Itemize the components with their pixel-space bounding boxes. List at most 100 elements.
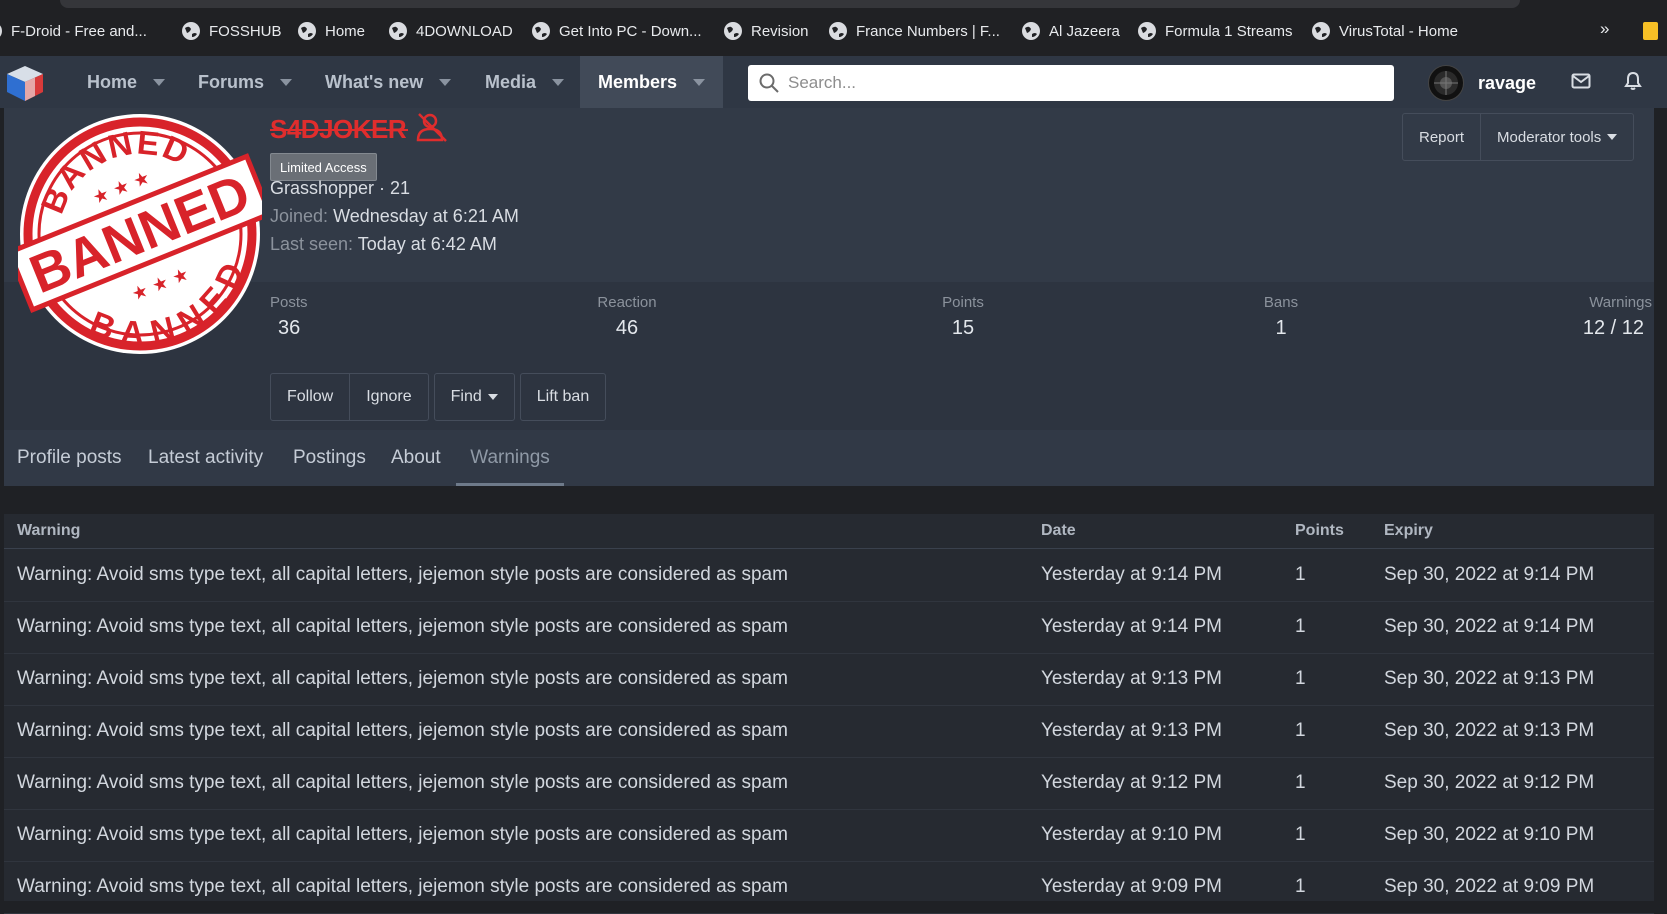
site-logo-icon[interactable]	[4, 63, 46, 103]
table-row[interactable]: Warning: Avoid sms type text, all capita…	[4, 705, 1654, 758]
moderator-tools-button[interactable]: Moderator tools	[1480, 114, 1633, 160]
table-row[interactable]: Warning: Avoid sms type text, all capita…	[4, 861, 1654, 914]
bookmark-label: 4DOWNLOAD	[416, 22, 513, 40]
bookmark-4download[interactable]: 4DOWNLOAD	[389, 20, 513, 42]
column-header-expiry: Expiry	[1384, 522, 1433, 539]
chevron-down-icon[interactable]	[280, 78, 293, 86]
bell-icon[interactable]	[1624, 71, 1642, 91]
bookmark-france-numbers[interactable]: France Numbers | F...	[829, 20, 1000, 42]
bookmark-label: Formula 1 Streams	[1165, 22, 1293, 40]
bookmark-fdroid[interactable]: F-Droid - Free and...	[0, 20, 147, 42]
user-banner-badge: Limited Access	[270, 153, 377, 181]
lift-ban-button[interactable]: Lift ban	[519, 373, 607, 421]
bookmark-getintopc[interactable]: Get Into PC - Down...	[532, 20, 702, 42]
profile-username[interactable]: S4DJOKER	[270, 114, 408, 145]
tab-warnings[interactable]: Warnings	[456, 430, 564, 486]
bookmarks-overflow-button[interactable]: »	[1600, 19, 1609, 39]
inbox-icon[interactable]	[1571, 72, 1591, 90]
search-input[interactable]: Search...	[748, 65, 1394, 101]
nav-tab-label: Members	[598, 71, 678, 92]
tab-profile-posts[interactable]: Profile posts	[17, 430, 122, 486]
warning-cell[interactable]: Warning: Avoid sms type text, all capita…	[17, 772, 788, 794]
column-header-date: Date	[1041, 522, 1076, 539]
stat-reaction[interactable]: Reaction 46	[589, 294, 665, 340]
avatar	[1428, 65, 1464, 101]
points-cell: 1	[1295, 668, 1306, 689]
user-menu[interactable]: ravage	[1428, 65, 1536, 101]
stat-label: Reaction	[597, 294, 657, 311]
profile-tabs: Profile posts Latest activity Postings A…	[4, 430, 1654, 486]
nav-tab-label: Forums	[198, 71, 265, 92]
stat-points[interactable]: Points 15	[933, 294, 993, 340]
warning-cell[interactable]: Warning: Avoid sms type text, all capita…	[17, 876, 788, 898]
bookmark-label: Home	[325, 22, 366, 40]
chevron-down-icon[interactable]	[552, 78, 565, 86]
warning-cell[interactable]: Warning: Avoid sms type text, all capita…	[17, 720, 788, 742]
warning-cell[interactable]: Warning: Avoid sms type text, all capita…	[17, 668, 788, 690]
bookmark-fosshub[interactable]: FOSSHUB	[182, 20, 282, 42]
bookmark-aljazeera[interactable]: Al Jazeera	[1022, 20, 1120, 42]
nav-tab-members[interactable]: Members	[580, 56, 723, 108]
warning-cell[interactable]: Warning: Avoid sms type text, all capita…	[17, 564, 788, 586]
tab-about[interactable]: About	[391, 430, 441, 486]
nav-tab-home[interactable]: Home	[70, 56, 181, 108]
chevron-down-icon[interactable]	[439, 78, 452, 86]
stat-posts[interactable]: Posts 36	[270, 294, 308, 340]
table-row[interactable]: Warning: Avoid sms type text, all capita…	[4, 653, 1654, 706]
stat-bans[interactable]: Bans 1	[1256, 294, 1306, 340]
expiry-cell: Sep 30, 2022 at 9:09 PM	[1384, 876, 1595, 897]
chevron-down-icon[interactable]	[153, 78, 166, 86]
stat-label: Posts	[270, 294, 308, 311]
bookmark-home[interactable]: Home	[298, 20, 365, 42]
nav-tab-forums[interactable]: Forums	[182, 56, 308, 108]
table-row[interactable]: Warning: Avoid sms type text, all capita…	[4, 757, 1654, 810]
tab-latest-activity[interactable]: Latest activity	[148, 430, 263, 486]
last-seen-value: Today at 6:42 AM	[357, 234, 497, 254]
globe-icon	[1022, 22, 1040, 40]
column-header-points: Points	[1295, 522, 1344, 539]
nav-tab-whats-new[interactable]: What's new	[309, 56, 467, 108]
globe-icon	[389, 22, 407, 40]
stat-warnings[interactable]: Warnings 12 / 12	[1572, 294, 1652, 340]
stat-label: Warnings	[1589, 294, 1652, 311]
globe-icon	[532, 22, 550, 40]
nav-tab-label: Home	[87, 71, 138, 92]
warning-cell[interactable]: Warning: Avoid sms type text, all capita…	[17, 616, 788, 638]
bookmark-label: Revision	[751, 22, 809, 40]
globe-icon	[0, 22, 2, 40]
globe-icon	[724, 22, 742, 40]
chevron-down-icon[interactable]	[693, 78, 706, 86]
expiry-cell: Sep 30, 2022 at 9:14 PM	[1384, 564, 1595, 585]
expiry-cell: Sep 30, 2022 at 9:12 PM	[1384, 772, 1595, 793]
address-bar-edge	[60, 0, 1520, 8]
date-cell: Yesterday at 9:12 PM	[1041, 772, 1222, 793]
user-title-line: Grasshopper · 21	[270, 178, 411, 198]
bookmark-f1-streams[interactable]: Formula 1 Streams	[1138, 20, 1293, 42]
last-seen-label: Last seen:	[270, 234, 354, 254]
follow-button[interactable]: Follow	[270, 373, 351, 421]
date-cell: Yesterday at 9:13 PM	[1041, 668, 1222, 689]
stat-value: 46	[615, 317, 639, 339]
tab-postings[interactable]: Postings	[293, 430, 366, 486]
table-header: Warning Date Points Expiry	[4, 514, 1654, 549]
ignore-button[interactable]: Ignore	[350, 373, 429, 421]
report-button[interactable]: Report	[1403, 114, 1480, 160]
globe-icon	[1312, 22, 1330, 40]
nav-tab-media[interactable]: Media	[469, 56, 580, 108]
strikethrough-line	[270, 129, 408, 131]
points-cell: 1	[1295, 616, 1306, 637]
find-label: Find	[450, 388, 482, 405]
table-row[interactable]: Warning: Avoid sms type text, all capita…	[4, 809, 1654, 862]
joined-value: Wednesday at 6:21 AM	[333, 206, 519, 226]
stat-value: 1	[1275, 317, 1287, 339]
warning-cell[interactable]: Warning: Avoid sms type text, all capita…	[17, 824, 788, 846]
bookmark-folder-icon[interactable]	[1643, 22, 1658, 40]
bookmark-revision[interactable]: Revision	[724, 20, 809, 42]
find-button[interactable]: Find	[433, 373, 515, 421]
profile-actions: Follow Ignore Find Lift ban	[270, 373, 607, 421]
globe-icon	[1138, 22, 1156, 40]
table-row[interactable]: Warning: Avoid sms type text, all capita…	[4, 601, 1654, 654]
bookmark-virustotal[interactable]: VirusTotal - Home	[1312, 20, 1458, 42]
moderator-tools-label: Moderator tools	[1497, 128, 1602, 146]
table-row[interactable]: Warning: Avoid sms type text, all capita…	[4, 549, 1654, 602]
